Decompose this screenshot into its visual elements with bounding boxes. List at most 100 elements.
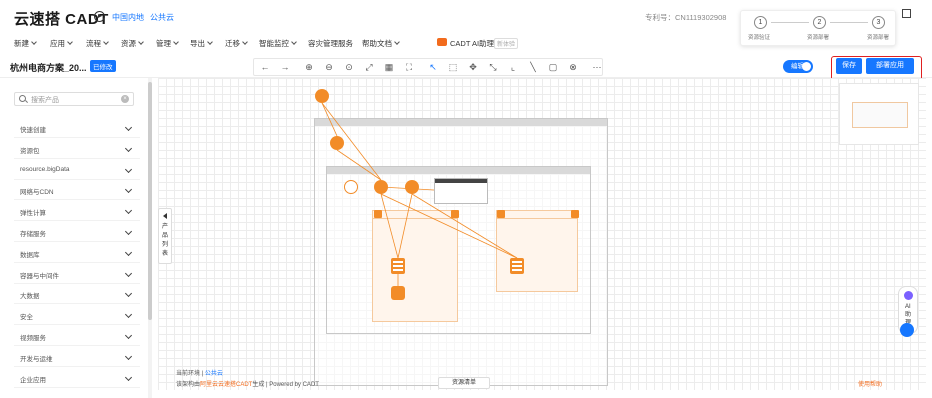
step-connector <box>771 22 809 23</box>
menu-export[interactable]: 导出 <box>190 38 213 49</box>
chevron-down-icon[interactable] <box>124 207 133 215</box>
zoom-reset-icon[interactable]: ⊙ <box>344 62 354 72</box>
vswitch-header <box>327 167 590 174</box>
chevron-down-icon <box>207 39 213 45</box>
category-item[interactable]: 存储服务 <box>20 228 46 238</box>
collapse-left-icon <box>163 213 167 219</box>
nat-node-icon[interactable] <box>344 180 358 194</box>
category-divider <box>14 303 140 305</box>
menu-resource[interactable]: 资源 <box>121 38 144 49</box>
ai-assistant-tag: 新体验 <box>494 38 519 49</box>
chevron-down-icon[interactable] <box>124 373 133 381</box>
ecs-node-icon[interactable] <box>510 258 524 274</box>
chevron-down-icon[interactable] <box>124 311 133 319</box>
frame-icon[interactable]: ▢ <box>548 62 558 72</box>
chevron-down-icon[interactable] <box>124 186 133 194</box>
chevron-down-icon[interactable] <box>124 352 133 360</box>
chevron-down-icon[interactable] <box>124 248 133 256</box>
chevron-down-icon[interactable] <box>124 331 133 340</box>
category-divider <box>14 386 140 388</box>
chevron-down-icon[interactable] <box>124 144 133 152</box>
chevron-down-icon[interactable] <box>124 123 133 132</box>
category-item[interactable]: resource.bigData <box>20 166 70 173</box>
slb-node-icon[interactable] <box>374 180 388 194</box>
ai-assistant-icon[interactable] <box>437 38 447 46</box>
vswitch-node-icon[interactable] <box>405 180 419 194</box>
menu-flow[interactable]: 流程 <box>86 38 109 49</box>
eip-node-icon[interactable] <box>330 136 344 150</box>
menu-migrate[interactable]: 迁移 <box>225 38 248 49</box>
env-public-link[interactable]: 公共云 <box>150 12 174 23</box>
sidebar-scroll-thumb[interactable] <box>148 82 152 320</box>
chevron-down-icon[interactable] <box>124 269 133 277</box>
category-divider <box>14 282 140 284</box>
zone-b[interactable] <box>496 210 578 292</box>
chevron-down-icon <box>67 39 73 45</box>
external-link-icon[interactable] <box>902 9 911 18</box>
select-icon[interactable]: ↖ <box>428 62 438 72</box>
category-item[interactable]: 安全 <box>20 311 33 321</box>
menu-monitor[interactable]: 智能监控 <box>259 38 297 49</box>
redo-icon[interactable]: → <box>280 62 290 72</box>
minimap[interactable] <box>839 83 919 145</box>
env-cn-link[interactable]: 中国内地 <box>112 12 144 23</box>
zone-a[interactable] <box>372 210 458 322</box>
menu-dr[interactable]: 容灾管理服务 <box>308 38 353 49</box>
category-divider <box>14 324 140 326</box>
clear-icon[interactable]: × <box>121 95 129 103</box>
chevron-down-icon[interactable] <box>124 165 133 173</box>
play-icon[interactable] <box>94 11 105 22</box>
move-icon[interactable]: ✥ <box>468 62 478 72</box>
menu-new[interactable]: 新建 <box>14 38 37 49</box>
category-item[interactable]: 大数据 <box>20 290 40 300</box>
zoom-out-icon[interactable]: ⊖ <box>324 62 334 72</box>
menu-manage[interactable]: 管理 <box>156 38 179 49</box>
help-link[interactable]: 使用帮助 <box>858 379 882 388</box>
category-divider <box>14 157 140 159</box>
category-item[interactable]: 快速创建 <box>20 124 46 134</box>
category-item[interactable]: 容器与中间件 <box>20 270 59 280</box>
category-item[interactable]: 资源包 <box>20 145 40 155</box>
legend-box[interactable] <box>434 178 488 204</box>
menu-app[interactable]: 应用 <box>50 38 73 49</box>
ecs-node-icon[interactable] <box>391 258 405 274</box>
category-item[interactable]: 开发与运维 <box>20 353 53 363</box>
connector-icon[interactable]: ⤡ <box>488 62 498 72</box>
category-divider <box>14 241 140 242</box>
zoom-in-icon[interactable]: ⊕ <box>304 62 314 72</box>
edit-toggle[interactable]: 编辑 <box>783 60 813 73</box>
product-list-toggle[interactable]: 产品列表 <box>158 208 172 264</box>
line-icon[interactable]: ╲ <box>528 62 538 72</box>
product-sidebar: 搜索产品 × 快速创建资源包 resource.bigData 网络与CDN 弹性计算… <box>0 78 152 398</box>
category-item[interactable]: 视频服务 <box>20 332 46 342</box>
ai-assistant-link[interactable]: CADT AI助理 <box>450 38 494 49</box>
menu-help[interactable]: 帮助文档 <box>362 38 400 49</box>
chevron-down-icon <box>31 39 37 45</box>
ai-expand-button[interactable] <box>900 323 914 337</box>
minimap-viewport[interactable] <box>852 102 908 128</box>
resource-list-button[interactable]: 资源清单 <box>438 377 490 389</box>
box-select-icon[interactable]: ⬚ <box>448 62 458 72</box>
more-icon[interactable]: ⋯ <box>592 62 602 72</box>
category-item[interactable]: 企业应用 <box>20 374 46 384</box>
env-value-link[interactable]: 公共云 <box>205 371 223 377</box>
project-title[interactable]: 杭州电商方案_20... <box>10 61 87 74</box>
rds-node-icon[interactable] <box>391 286 405 300</box>
category-item[interactable]: 弹性计算 <box>20 207 46 217</box>
chevron-down-icon[interactable] <box>124 290 133 298</box>
fit-icon[interactable]: ⤢ <box>364 62 374 72</box>
chevron-down-icon <box>138 39 144 45</box>
grid-icon[interactable]: ▦ <box>384 62 394 72</box>
category-item[interactable]: 数据库 <box>20 249 40 259</box>
undo-icon[interactable]: ← <box>260 62 270 72</box>
chevron-down-icon[interactable] <box>124 227 133 236</box>
internet-node-icon[interactable] <box>315 89 329 103</box>
elbow-line-icon[interactable]: ⌞ <box>508 62 518 72</box>
delete-icon[interactable]: ⊗ <box>568 62 578 72</box>
category-divider <box>14 220 140 222</box>
product-search[interactable]: 搜索产品 × <box>14 92 134 106</box>
category-item[interactable]: 网络与CDN <box>20 186 54 196</box>
fullscreen-icon[interactable]: ⛶ <box>404 62 414 72</box>
chevron-down-icon <box>242 39 248 45</box>
cadt-link[interactable]: 阿里云云速搭CADT <box>200 382 252 388</box>
